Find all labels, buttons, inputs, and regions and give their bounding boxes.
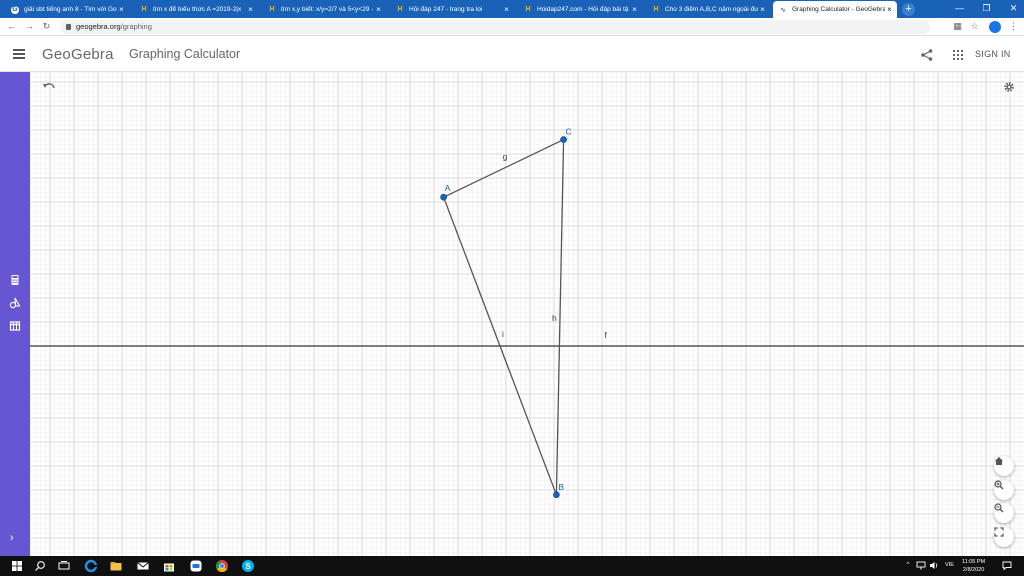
browser-tab[interactable]: Htìm x để biểu thức A =2019-2|x ×	[134, 1, 258, 18]
hoidap247-icon: H	[269, 6, 275, 13]
tools-icon[interactable]	[9, 297, 21, 309]
calculator-icon[interactable]	[9, 274, 21, 286]
url-host: geogebra.org	[76, 22, 121, 31]
new-tab-button[interactable]: +	[902, 3, 915, 16]
app-title: Graphing Calculator	[129, 47, 241, 61]
sign-in-button[interactable]: SIGN IN	[975, 49, 1011, 59]
translate-icon[interactable]: ▦	[951, 20, 964, 33]
clock-date: 2/8/2020	[962, 567, 985, 573]
share-icon[interactable]	[920, 48, 934, 62]
graphics-view[interactable]: fghiABC	[30, 72, 1024, 556]
notifications-icon[interactable]	[1002, 561, 1012, 570]
tab-close-icon[interactable]: ×	[758, 5, 767, 14]
task-view-icon[interactable]	[57, 559, 71, 573]
home-view-button[interactable]	[994, 456, 1014, 476]
hoidap247-icon: H	[141, 6, 147, 13]
forward-arrow-icon[interactable]: →	[23, 20, 36, 33]
tab-close-icon[interactable]: ×	[885, 5, 894, 14]
browser-tab[interactable]: H Hoidap247.com - Hỏi đáp bài tậ ×	[518, 1, 642, 18]
volume-icon[interactable]	[929, 561, 939, 570]
geogebra-icon: ∿	[780, 6, 786, 14]
browser-tab[interactable]: H Cho 3 điểm A,B,C nằm ngoài đư ×	[646, 1, 770, 18]
tab-close-icon[interactable]: ×	[246, 5, 255, 14]
browser-toolbar: ← → ↻ geogebra.org/graphing ▦ ☆ ⋮	[0, 18, 1024, 36]
tab-title: Graphing Calculator - GeoGebra	[792, 6, 885, 13]
fullscreen-button[interactable]	[994, 527, 1014, 547]
tab-close-icon[interactable]: ×	[502, 5, 511, 14]
label-segment-h: h	[552, 313, 557, 323]
algebra-sidebar: ›	[0, 72, 30, 556]
browser-menu-icon[interactable]: ⋮	[1007, 20, 1020, 33]
hamburger-menu-icon[interactable]	[13, 49, 25, 59]
windows-taskbar: S ⌃ VIE 11:05 PM 2/8/2020	[0, 556, 1024, 576]
tab-title: tìm x để biểu thức A =2019-2|x	[153, 6, 242, 13]
browser-tab-strip: Ggiải sbt tiếng anh 8 - Tìm với Go × Htìm …	[0, 0, 1024, 18]
tab-title: giải sbt tiếng anh 8 - Tìm với Go	[24, 6, 117, 13]
system-clock[interactable]: 11:05 PM 2/8/2020	[962, 558, 985, 574]
tab-title: Hỏi đáp 247 - trang tra loi	[409, 6, 483, 13]
tab-title: Hoidap247.com - Hỏi đáp bài tậ	[537, 6, 629, 13]
app-header: GeoGebra Graphing Calculator SIGN IN	[0, 37, 1024, 72]
settings-gear-icon[interactable]	[1003, 81, 1015, 93]
label-segment-g: g	[503, 151, 508, 161]
store-icon[interactable]	[162, 559, 176, 573]
url-path: /graphing	[120, 22, 152, 31]
tab-title: Cho 3 điểm A,B,C nằm ngoài đư	[665, 6, 758, 13]
label-point-A: A	[445, 183, 451, 193]
network-icon[interactable]	[916, 561, 926, 570]
windows-start-icon[interactable]	[10, 559, 24, 573]
tab-title: tìm x,y biết: x/y=2/7 và 5<y<29 -	[281, 6, 374, 13]
tab-close-icon[interactable]: ×	[374, 5, 383, 14]
lock-icon	[66, 24, 71, 30]
browser-tab[interactable]: Htìm x,y biết: x/y=2/7 và 5<y<29 - ×	[262, 1, 386, 18]
search-icon[interactable]	[33, 559, 47, 573]
zoom-out-icon	[994, 503, 1004, 513]
window-close-icon[interactable]: ✕	[1000, 0, 1024, 17]
browser-tab[interactable]: Ggiải sbt tiếng anh 8 - Tìm với Go ×	[5, 1, 129, 18]
profile-avatar-icon[interactable]	[989, 21, 1001, 33]
undo-icon[interactable]	[42, 81, 56, 93]
hoidap247-icon: H	[525, 6, 531, 13]
clock-time: 11:05 PM	[962, 559, 986, 565]
hoidap247-icon: H	[397, 6, 403, 13]
home-icon	[995, 457, 1003, 465]
graphics-canvas[interactable]: fghiABC	[30, 72, 1024, 556]
coordinate-grid	[30, 72, 1024, 556]
skype-icon[interactable]: S	[241, 559, 255, 573]
label-point-C: C	[566, 127, 572, 137]
mail-icon[interactable]	[136, 559, 150, 573]
google-icon: G	[11, 5, 19, 14]
restore-icon[interactable]: ❐	[973, 0, 1000, 17]
chrome-icon[interactable]	[215, 559, 229, 573]
zoom-out-button[interactable]	[994, 503, 1014, 523]
input-language[interactable]: VIE	[945, 562, 954, 568]
edge-browser-icon[interactable]	[84, 559, 98, 573]
point-B[interactable]	[553, 491, 560, 499]
svg-text:S: S	[245, 562, 251, 571]
reload-icon[interactable]: ↻	[40, 20, 53, 33]
minimize-icon[interactable]: —	[946, 0, 973, 17]
chevron-right-icon[interactable]: ›	[10, 532, 14, 544]
zoom-in-icon	[994, 480, 1004, 490]
point-C[interactable]	[560, 136, 567, 143]
browser-tab[interactable]: ∿ Graphing Calculator - GeoGebra ×	[773, 1, 897, 18]
hoidap247-icon: H	[653, 6, 659, 13]
tab-close-icon[interactable]: ×	[117, 5, 126, 14]
apps-grid-icon[interactable]	[953, 50, 963, 60]
fullscreen-icon	[994, 527, 1004, 537]
back-arrow-icon[interactable]: ←	[5, 20, 18, 33]
label-point-B: B	[558, 482, 564, 492]
tray-chevron-icon[interactable]: ⌃	[905, 561, 911, 569]
label-segment-i: i	[502, 329, 504, 339]
file-explorer-icon[interactable]	[109, 559, 123, 573]
table-icon[interactable]	[9, 320, 21, 332]
browser-tab[interactable]: H Hỏi đáp 247 - trang tra loi ×	[390, 1, 514, 18]
zoom-in-button[interactable]	[994, 480, 1014, 500]
tab-close-icon[interactable]: ×	[630, 5, 639, 14]
point-A[interactable]	[440, 193, 447, 201]
bookmark-star-icon[interactable]: ☆	[968, 20, 981, 33]
address-bar[interactable]: geogebra.org/graphing	[60, 20, 930, 34]
geogebra-logo[interactable]: GeoGebra	[42, 46, 114, 63]
zalo-icon[interactable]	[189, 559, 203, 573]
